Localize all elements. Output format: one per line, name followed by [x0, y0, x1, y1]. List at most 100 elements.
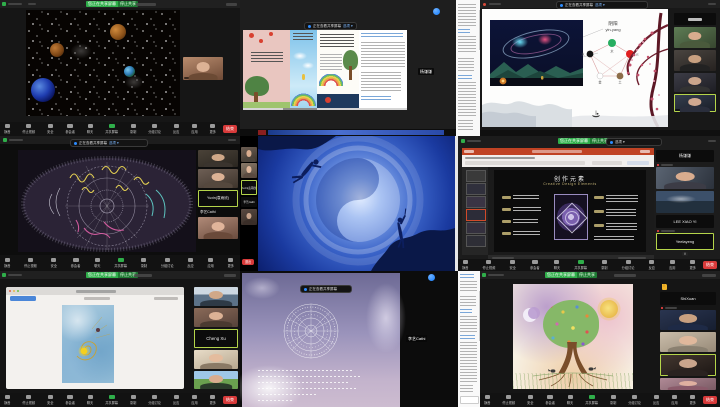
- toolbar-button[interactable]: 参会者: [545, 395, 555, 405]
- exit-fullscreen-button[interactable]: [702, 274, 716, 277]
- toolbar-button[interactable]: 录制: [601, 260, 607, 270]
- active-speaker-name-tile[interactable]: Yuxin(袁雨欣): [198, 190, 238, 207]
- toolbar-button[interactable]: 分组讨论: [628, 395, 641, 405]
- end-meeting-button[interactable]: 结束: [703, 396, 717, 404]
- toolbar-button[interactable]: 参会者: [65, 395, 75, 405]
- toolbar-button[interactable]: 静音: [462, 260, 468, 270]
- toolbar-button[interactable]: 应用: [207, 258, 213, 268]
- toolbar-button[interactable]: 参会者: [65, 124, 75, 134]
- participant-video[interactable]: [660, 378, 716, 390]
- window-controls[interactable]: [708, 140, 716, 142]
- toolbar-button[interactable]: 聊天: [567, 395, 573, 405]
- toolbar-button[interactable]: 停止视频: [22, 395, 35, 405]
- toolbar-button[interactable]: 停止视频: [502, 395, 515, 405]
- toolbar-button[interactable]: 更多: [690, 395, 696, 405]
- toolbar-button[interactable]: 更多: [690, 260, 696, 270]
- close-icon[interactable]: [9, 290, 11, 292]
- participant-video[interactable]: [241, 147, 257, 162]
- toolbar-button[interactable]: 停止视频: [22, 124, 35, 134]
- participant-name-tile[interactable]: 李艺Cathi: [241, 197, 257, 207]
- toolbar-button[interactable]: 静音: [484, 395, 490, 405]
- toolbar-button[interactable]: 分组讨论: [161, 258, 174, 268]
- toolbar-button[interactable]: 聊天: [87, 395, 93, 405]
- toolbar-button[interactable]: 反应: [187, 258, 193, 268]
- toolbar-button[interactable]: 分组讨论: [148, 395, 161, 405]
- view-options-button[interactable]: 选项 ▾: [343, 23, 353, 29]
- toolbar-button[interactable]: 共享屏幕: [585, 395, 598, 405]
- toolbar-button[interactable]: 聊天: [94, 258, 100, 268]
- toolbar-button[interactable]: 安全: [51, 258, 57, 268]
- participant-video[interactable]: [194, 350, 238, 369]
- chat-input[interactable]: [460, 396, 479, 404]
- stop-share-button[interactable]: 停止共享: [577, 272, 597, 278]
- participant-video[interactable]: [656, 191, 714, 213]
- active-speaker-name-tile[interactable]: Cheng Xu: [194, 329, 238, 348]
- minimize-icon[interactable]: [13, 290, 15, 292]
- end-meeting-button[interactable]: 结束: [703, 261, 717, 269]
- toolbar-button[interactable]: 录制: [130, 395, 136, 405]
- participant-video[interactable]: [194, 287, 238, 306]
- toolbar-button[interactable]: 应用: [671, 395, 677, 405]
- toolbar-button[interactable]: 聊天: [554, 260, 560, 270]
- toolbar-button[interactable]: 反应: [173, 395, 179, 405]
- active-speaker-video[interactable]: [674, 94, 716, 112]
- toolbar-button[interactable]: 停止视频: [24, 258, 37, 268]
- toolbar-button[interactable]: 分组讨论: [622, 260, 635, 270]
- toolbar-button[interactable]: 聊天: [87, 124, 93, 134]
- toolbar-button[interactable]: 录制: [130, 124, 136, 134]
- viewer-toolbar-icons[interactable]: [84, 297, 110, 300]
- toolbar-button[interactable]: 反应: [173, 124, 179, 134]
- collapse-participants-chevron[interactable]: ∨: [682, 252, 688, 256]
- toolbar-button[interactable]: 参会者: [530, 260, 540, 270]
- toolbar-button[interactable]: 静音: [4, 258, 10, 268]
- chat-panel[interactable]: [456, 0, 480, 136]
- exit-fullscreen-button[interactable]: [226, 3, 237, 6]
- toolbar-button[interactable]: 共享屏幕: [105, 395, 118, 405]
- participant-name-tile[interactable]: 杨谦谦: [656, 150, 714, 162]
- toolbar-button[interactable]: 更多: [228, 258, 234, 268]
- participant-video[interactable]: [194, 371, 238, 389]
- toolbar-button[interactable]: 分组讨论: [148, 124, 161, 134]
- participant-name-tile[interactable]: [674, 13, 716, 25]
- slide-thumbnail-selected[interactable]: [466, 209, 486, 221]
- toolbar-button[interactable]: 共享屏幕: [574, 260, 587, 270]
- participant-video[interactable]: [241, 163, 257, 178]
- toolbar-button[interactable]: 停止视频: [483, 260, 496, 270]
- active-speaker-video[interactable]: [660, 354, 716, 376]
- toolbar-button[interactable]: 应用: [669, 260, 675, 270]
- toolbar-button[interactable]: 应用: [191, 124, 197, 134]
- stop-share-button[interactable]: 停止共享: [118, 1, 138, 7]
- participant-video[interactable]: [183, 57, 223, 80]
- powerpoint-ribbon[interactable]: [462, 155, 654, 167]
- toolbar-button[interactable]: 静音: [4, 124, 10, 134]
- toolbar-button[interactable]: 反应: [653, 395, 659, 405]
- audio-participant-avatar[interactable]: [433, 8, 440, 15]
- document-scrollbar[interactable]: [243, 108, 407, 110]
- view-options-button[interactable]: 选项 ▾: [595, 2, 605, 8]
- toolbar-button[interactable]: 录制: [610, 395, 616, 405]
- participant-video[interactable]: [241, 209, 257, 225]
- toolbar-button[interactable]: 更多: [210, 395, 216, 405]
- toolbar-button[interactable]: 静音: [4, 395, 10, 405]
- toolbar-button[interactable]: 反应: [649, 260, 655, 270]
- slide-thumbnail-panel[interactable]: [462, 167, 488, 255]
- participant-video[interactable]: [194, 308, 238, 327]
- powerpoint-window-controls[interactable]: [640, 150, 650, 153]
- toolbar-button[interactable]: 安全: [47, 395, 53, 405]
- end-meeting-button[interactable]: 结束: [223, 125, 237, 133]
- viewer-zoom-controls[interactable]: [154, 297, 178, 300]
- chat-panel[interactable]: [458, 271, 480, 407]
- participant-video[interactable]: [660, 332, 716, 352]
- active-speaker-name-tile[interactable]: Yeelayeng: [656, 233, 714, 250]
- participant-name-tile[interactable]: ShiXuan: [660, 292, 716, 305]
- participant-video[interactable]: [656, 167, 714, 189]
- viewer-sidebar-button[interactable]: [10, 296, 36, 301]
- toolbar-button[interactable]: 录制: [141, 258, 147, 268]
- toolbar-button[interactable]: 应用: [191, 395, 197, 405]
- participant-name-tile[interactable]: LEE XIAO YI: [656, 215, 714, 228]
- end-meeting-button[interactable]: 结束: [223, 396, 237, 404]
- participant-video[interactable]: [674, 50, 716, 71]
- participant-video[interactable]: [198, 150, 238, 167]
- view-options-button[interactable]: 选项 ▾: [109, 140, 119, 146]
- participant-video[interactable]: [198, 169, 238, 188]
